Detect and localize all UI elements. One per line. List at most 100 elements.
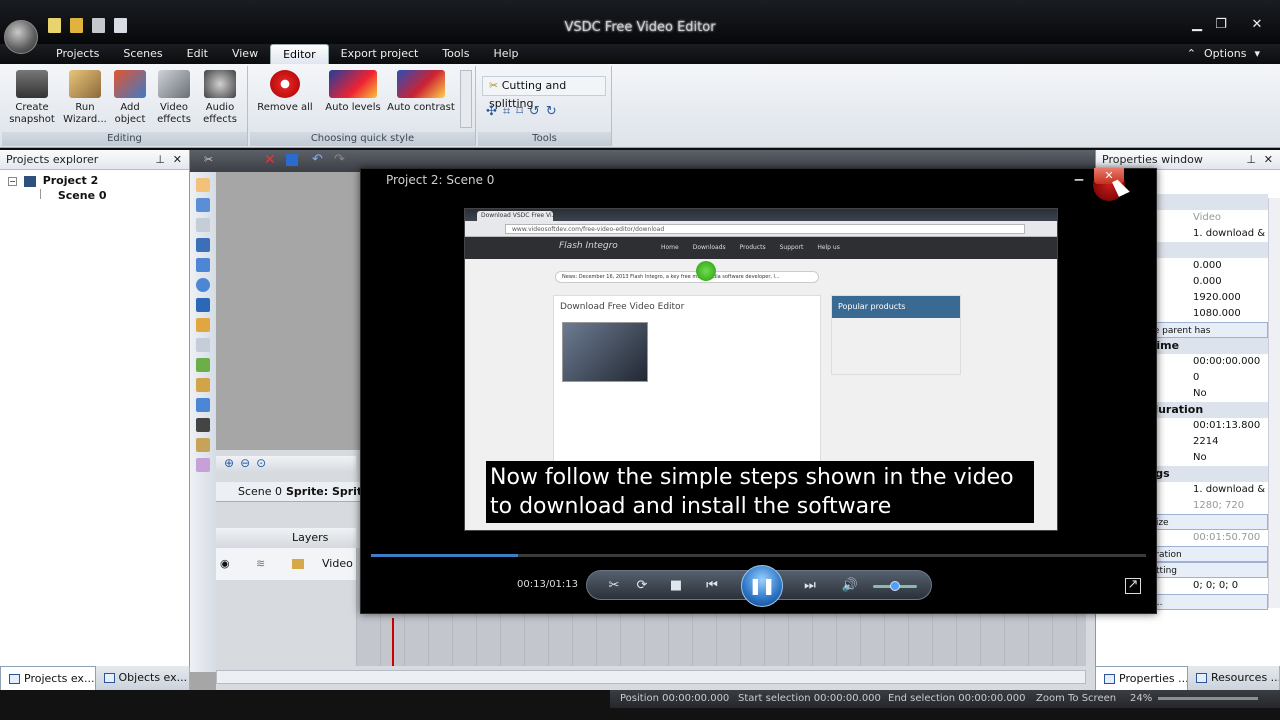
next-button[interactable]: ⏭ <box>799 577 821 595</box>
menu-tools[interactable]: Tools <box>430 44 481 64</box>
tab-sprite[interactable]: Sprite: Sprite <box>286 485 370 498</box>
tree-item-scene[interactable]: Scene 0 <box>8 188 189 203</box>
menu-scenes[interactable]: Scenes <box>111 44 174 64</box>
app-menu-orb[interactable] <box>4 20 38 54</box>
rotate-left-icon[interactable]: ↺ <box>529 104 540 119</box>
select-all-icon[interactable] <box>286 154 298 166</box>
status-end-selection: End selection 00:00:00.000 <box>888 693 1026 704</box>
sprite-tool-icon[interactable] <box>196 458 210 472</box>
tab-objects-explorer[interactable]: Objects ex... <box>96 666 190 690</box>
menu-view[interactable]: View <box>220 44 270 64</box>
pin-icon[interactable]: ⊥ <box>1246 150 1256 170</box>
property-value: 0; 0; 0; 0 <box>1193 580 1239 591</box>
options-button[interactable]: Options <box>1204 44 1246 64</box>
properties-scrollbar[interactable] <box>1268 198 1280 608</box>
auto-contrast-button[interactable]: Auto contrast <box>386 70 456 114</box>
minimize-button[interactable]: ▁ <box>1186 16 1208 34</box>
cut-icon[interactable]: ✂ <box>204 153 213 166</box>
redo-icon[interactable]: ↷ <box>334 152 345 167</box>
menu-export-project[interactable]: Export project <box>329 44 431 64</box>
zoom-fit-icon[interactable]: ⊙ <box>256 456 272 470</box>
audio-effects-button[interactable]: Audio effects <box>198 70 242 126</box>
auto-levels-button[interactable]: Auto levels <box>320 70 386 114</box>
previous-button[interactable]: ⏮ <box>701 577 723 595</box>
gallery-scrollbar[interactable] <box>460 70 472 128</box>
collapse-icon[interactable]: − <box>8 177 17 186</box>
zoom-to-screen-button[interactable]: Zoom To Screen <box>1036 690 1116 708</box>
video-effects-button[interactable]: Video effects <box>152 70 196 126</box>
eye-icon[interactable]: ◉ <box>220 548 230 580</box>
zoom-in-icon[interactable]: ⊕ <box>224 456 240 470</box>
ellipse-tool-icon[interactable] <box>196 278 210 292</box>
pin-icon[interactable]: ⊥ <box>155 150 165 170</box>
audio-effects-label: Audio effects <box>203 102 237 125</box>
flask-tool-icon[interactable] <box>196 378 210 392</box>
player-minimize-button[interactable]: ▁ <box>1065 169 1093 183</box>
run-wizard-button[interactable]: Run Wizard... <box>60 70 110 126</box>
playhead[interactable] <box>392 618 394 666</box>
menu-edit[interactable]: Edit <box>175 44 220 64</box>
options-dropdown-icon[interactable]: ▾ <box>1254 44 1260 64</box>
ribbon-group-title: Choosing quick style <box>250 132 475 146</box>
crop-tool-icon[interactable] <box>196 218 210 232</box>
site-nav-item: Products <box>739 244 766 251</box>
chart-tool-icon[interactable] <box>196 358 210 372</box>
volume-slider[interactable] <box>873 581 917 591</box>
rectangle-tool-icon[interactable] <box>196 258 210 272</box>
tab-scene-0[interactable]: Scene 0 <box>238 485 282 498</box>
browser-url: www.videosoftdev.com/free-video-editor/d… <box>505 224 1025 234</box>
menu-projects[interactable]: Projects <box>44 44 111 64</box>
seek-bar-fill <box>371 554 519 557</box>
text-tool-icon[interactable] <box>196 298 210 312</box>
rotate-right-icon[interactable]: ↻ <box>546 104 557 119</box>
tab-resources[interactable]: Resources ... <box>1188 666 1280 690</box>
browser-tab: Download VSDC Free Vi... <box>477 211 553 221</box>
collapse-ribbon-icon[interactable]: ⌃ <box>1187 44 1196 64</box>
pen-tool-icon[interactable] <box>196 318 210 332</box>
image-tool-icon[interactable] <box>196 338 210 352</box>
close-icon[interactable]: ✕ <box>1264 150 1273 170</box>
tab-properties[interactable]: Properties ... <box>1095 666 1188 690</box>
tab-projects-explorer[interactable]: Projects ex... <box>0 666 96 690</box>
snap-icon[interactable]: ⌗ <box>503 104 510 119</box>
delete-icon[interactable]: ✕ <box>264 152 276 168</box>
undo-icon[interactable]: ↶ <box>312 152 323 167</box>
fullscreen-icon[interactable]: ↗ <box>1125 578 1141 594</box>
zoom-slider[interactable] <box>1158 697 1258 700</box>
shuffle-icon[interactable]: ✂ <box>603 577 625 595</box>
move-tool-icon[interactable] <box>196 198 210 212</box>
close-button[interactable]: ✕ <box>1246 16 1268 34</box>
volume-knob[interactable] <box>890 581 900 591</box>
stop-button[interactable]: ■ <box>665 577 687 595</box>
pointer-tool-icon[interactable] <box>196 178 210 192</box>
site-popular-title: Popular products <box>832 296 960 318</box>
site-screenshot-thumb <box>562 322 648 382</box>
layer-row-video[interactable]: ◉ ≋ Video <box>216 548 356 580</box>
seek-bar[interactable] <box>371 554 1146 557</box>
remove-all-button[interactable]: Remove all <box>254 70 316 114</box>
close-icon[interactable]: ✕ <box>173 150 182 170</box>
property-value: 0.000 <box>1193 260 1222 271</box>
timeline-scrollbar[interactable] <box>216 670 1086 684</box>
split-icon[interactable]: ✣ <box>486 104 497 119</box>
site-popular-box: Popular products <box>831 295 961 375</box>
volume-icon[interactable]: 🔊 <box>839 577 861 595</box>
layers-tool-icon[interactable] <box>196 398 210 412</box>
playback-controls: ✂ ⟳ ■ ⏮ ❚❚ ⏭ 🔊 <box>586 565 932 607</box>
menu-editor[interactable]: Editor <box>270 44 329 64</box>
tree-item-project[interactable]: − Project 2 <box>8 173 189 188</box>
pause-button[interactable]: ❚❚ <box>741 565 783 607</box>
repeat-icon[interactable]: ⟳ <box>631 577 653 595</box>
maximize-button[interactable]: ❐ <box>1210 16 1232 34</box>
audio-wave-icon[interactable]: ≋ <box>256 548 265 580</box>
music-tool-icon[interactable] <box>196 418 210 432</box>
crop-icon[interactable]: ⌑ <box>516 104 523 119</box>
menu-help[interactable]: Help <box>481 44 530 64</box>
line-tool-icon[interactable] <box>196 238 210 252</box>
zoom-out-icon[interactable]: ⊖ <box>240 456 256 470</box>
create-snapshot-button[interactable]: Create snapshot <box>6 70 58 126</box>
cutting-splitting-button[interactable]: ✂ Cutting and splitting <box>482 76 606 110</box>
add-object-button[interactable]: Add object <box>110 70 150 126</box>
effects-tool-icon[interactable] <box>196 438 210 452</box>
scissors-icon: ✂ <box>489 79 499 92</box>
